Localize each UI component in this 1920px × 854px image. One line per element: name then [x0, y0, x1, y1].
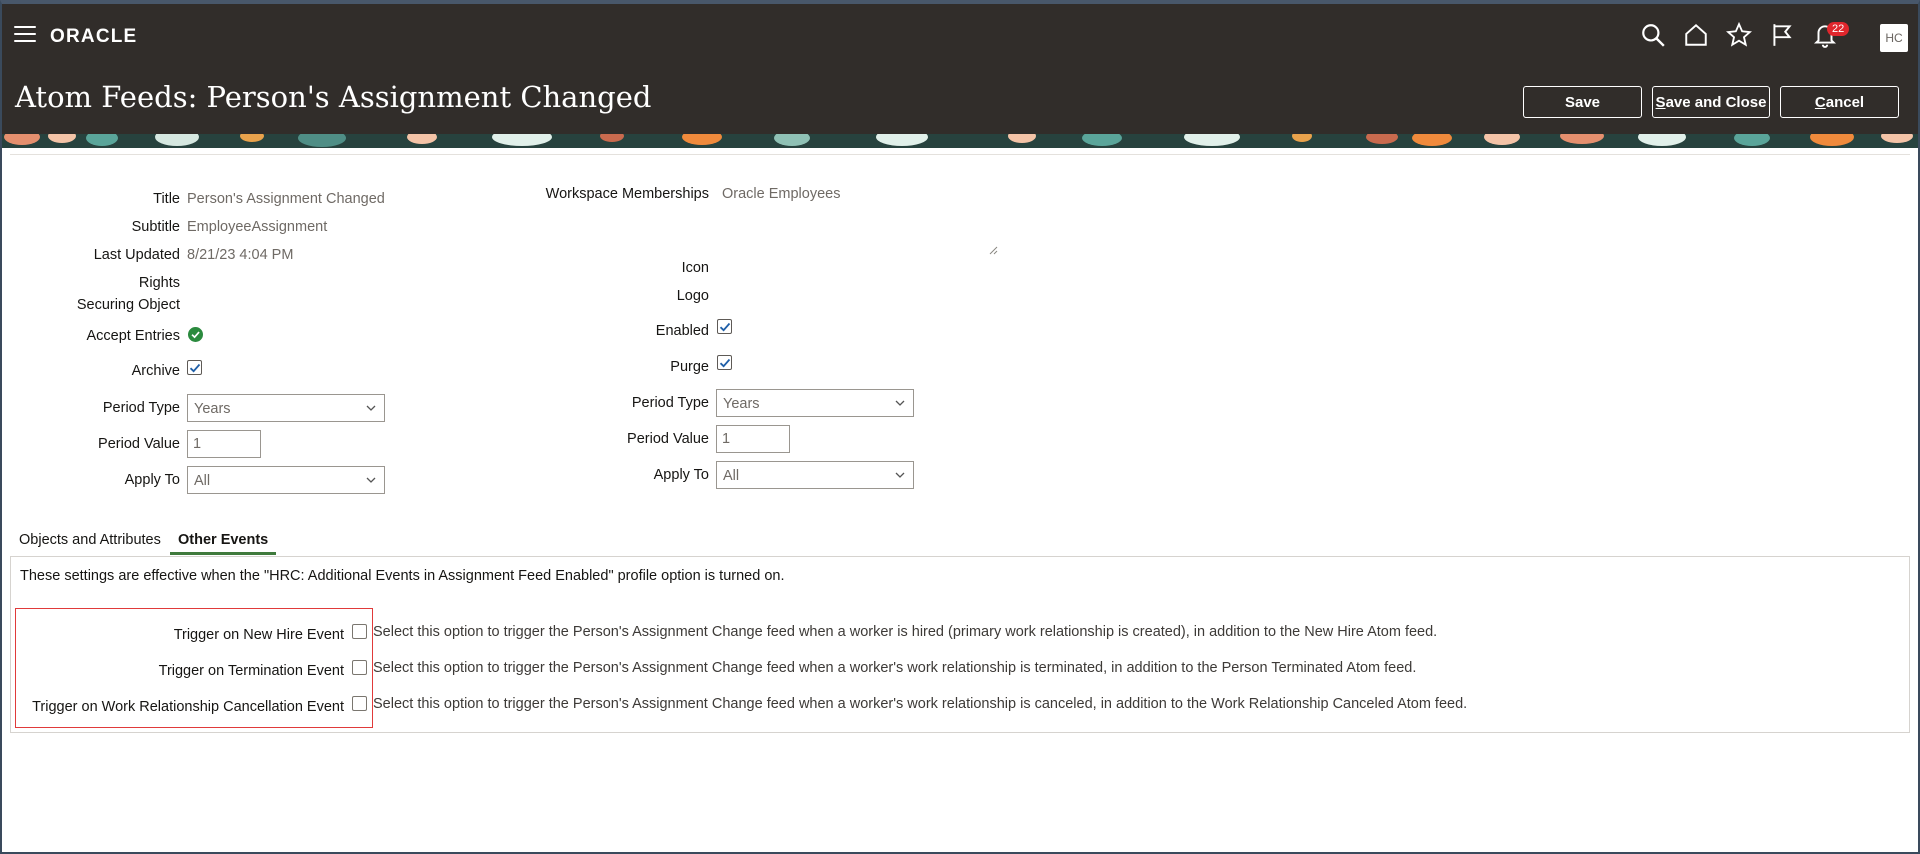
trigger-cancellation-checkbox[interactable] [352, 696, 367, 711]
page-title: Atom Feeds: Person's Assignment Changed [15, 80, 652, 114]
flag-icon[interactable] [1769, 22, 1799, 52]
apply-to-label: Apply To [124, 472, 180, 488]
right-period-value-label: Period Value [627, 431, 709, 447]
tab-other-events[interactable]: Other Events [170, 532, 277, 555]
trigger-termination-description: Select this option to trigger the Person… [373, 660, 1417, 676]
cancel-button[interactable]: Cancel [1780, 86, 1899, 118]
subtitle-value: EmployeeAssignment [187, 219, 328, 235]
period-type-label: Period Type [102, 400, 180, 416]
trigger-new-hire-checkbox[interactable] [352, 624, 367, 639]
chevron-down-icon [366, 405, 376, 411]
title-label: Title [153, 191, 180, 207]
chevron-down-icon [366, 477, 376, 483]
purge-checkbox[interactable] [717, 355, 732, 370]
chevron-down-icon [895, 472, 905, 478]
search-icon[interactable] [1640, 22, 1670, 52]
workspace-memberships-label: Workspace Memberships [545, 186, 709, 202]
resize-handle-icon[interactable] [988, 242, 998, 260]
chevron-down-icon [895, 400, 905, 406]
period-value-label: Period Value [98, 436, 180, 452]
enabled-label: Enabled [655, 323, 709, 339]
enabled-checkbox[interactable] [717, 319, 732, 334]
content-divider [10, 154, 1910, 155]
archive-label: Archive [131, 363, 180, 379]
accept-entries-label: Accept Entries [86, 328, 181, 344]
user-avatar[interactable]: HC [1880, 24, 1908, 52]
rights-label: Rights [138, 275, 180, 291]
star-icon[interactable] [1725, 21, 1756, 52]
period-type-select[interactable]: Years [187, 394, 385, 422]
apply-to-select[interactable]: All [187, 466, 385, 494]
icon-label: Icon [681, 260, 709, 276]
save-and-close-button[interactable]: Save and Close [1652, 86, 1770, 118]
profile-option-info: These settings are effective when the "H… [20, 568, 785, 584]
trigger-termination-label: Trigger on Termination Event [158, 663, 344, 679]
archive-checkbox[interactable] [187, 360, 202, 375]
purge-label: Purge [670, 359, 709, 375]
right-apply-to-selected-value: All [723, 468, 740, 484]
trigger-new-hire-label: Trigger on New Hire Event [173, 627, 344, 643]
logo-label: Logo [676, 288, 709, 304]
securing-object-label: Securing Object [76, 297, 180, 313]
title-value: Person's Assignment Changed [187, 191, 385, 207]
trigger-cancellation-label: Trigger on Work Relationship Cancellatio… [32, 699, 344, 715]
subtitle-label: Subtitle [131, 219, 180, 235]
right-period-type-select[interactable]: Years [716, 389, 914, 417]
right-period-type-selected-value: Years [723, 396, 760, 412]
apply-to-selected-value: All [194, 473, 211, 489]
tab-objects-and-attributes[interactable]: Objects and Attributes [19, 532, 161, 548]
global-header: ORACLE 22 HC Atom Feeds: Person's Assign… [2, 4, 1918, 134]
trigger-cancellation-description: Select this option to trigger the Person… [373, 696, 1468, 712]
right-apply-to-label: Apply To [653, 467, 709, 483]
period-type-selected-value: Years [194, 401, 231, 417]
right-apply-to-select[interactable]: All [716, 461, 914, 489]
save-button[interactable]: Save [1523, 86, 1642, 118]
last-updated-label: Last Updated [93, 247, 180, 263]
trigger-new-hire-description: Select this option to trigger the Person… [373, 624, 1438, 640]
last-updated-value: 8/21/23 4:04 PM [187, 247, 294, 263]
accept-entries-status-icon [188, 327, 203, 347]
workspace-memberships-value: Oracle Employees [722, 186, 841, 202]
notification-badge: 22 [1827, 22, 1850, 36]
menu-icon[interactable] [14, 26, 36, 44]
trigger-termination-checkbox[interactable] [352, 660, 367, 675]
period-value-input[interactable] [187, 430, 261, 458]
home-icon[interactable] [1683, 22, 1713, 52]
decorative-banner [2, 134, 1918, 148]
right-period-type-label: Period Type [631, 395, 709, 411]
oracle-logo[interactable]: ORACLE [50, 26, 137, 48]
right-period-value-input[interactable] [716, 425, 790, 453]
